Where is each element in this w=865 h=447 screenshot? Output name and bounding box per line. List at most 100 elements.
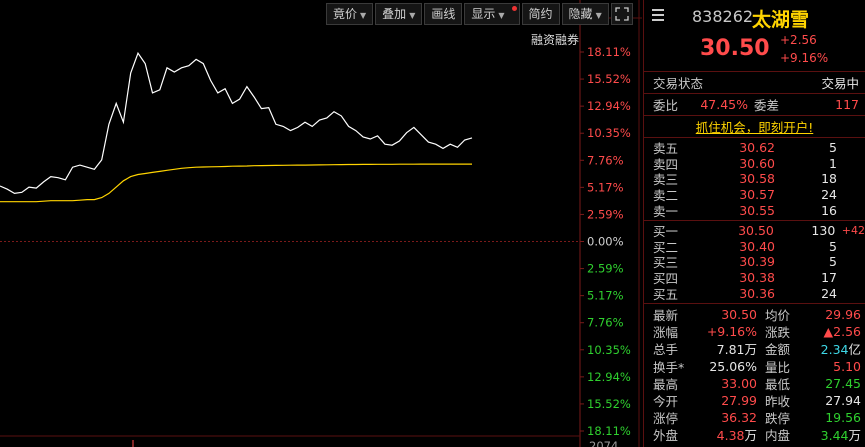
stat-label: 涨幅	[653, 325, 679, 341]
bid-price: 30.40	[739, 238, 775, 254]
caret-down-icon: ▼	[595, 11, 602, 20]
order-ratio-label: 委比	[653, 98, 679, 113]
overlay-button[interactable]: 叠加 ▼	[375, 3, 423, 25]
y-tick-label: 2.59%	[587, 207, 624, 221]
y-tick-label: 7.76%	[587, 316, 624, 330]
current-price: 30.50	[700, 36, 770, 61]
ask-price: 30.55	[739, 202, 775, 218]
stat-label: 昨收	[765, 393, 791, 409]
bottom-axis-label: 2074	[589, 439, 618, 447]
menu-icon[interactable]	[652, 9, 664, 21]
draw-line-button[interactable]: 画线	[424, 3, 463, 25]
intraday-chart-pane[interactable]: 18.11% 15.52% 12.94% 10.35% 7.76% 5.17% 2.59% 0…	[0, 0, 642, 447]
simple-button[interactable]: 简约	[521, 3, 560, 25]
ask-label: 卖一	[653, 203, 679, 219]
stat-unit: 亿	[848, 342, 861, 358]
y-tick-label: 2.59%	[587, 262, 624, 276]
stock-header: 838262 太湖雪 30.50 +2.56 +9.16%	[644, 0, 865, 72]
stat-value: 29.96	[825, 307, 861, 323]
stat-value: 4.38万	[693, 425, 757, 444]
y-tick-label: 7.76%	[587, 153, 624, 167]
y-tick-label-zero: 0.00%	[587, 235, 624, 249]
stat-value: 27.45	[825, 375, 861, 391]
bid-row[interactable]: 买五 30.36 24	[644, 285, 865, 302]
auction-button[interactable]: 竟价 ▼	[326, 3, 374, 25]
caret-down-icon: ▼	[360, 11, 367, 20]
stat-value: 2.34亿	[811, 339, 861, 358]
intraday-chart[interactable]: 18.11% 15.52% 12.94% 10.35% 7.76% 5.17% 2.59% 0…	[0, 0, 642, 447]
bid-volume: 5	[829, 238, 837, 254]
trading-status-value: 交易中	[821, 76, 859, 91]
bid-price: 30.36	[739, 285, 775, 301]
ask-price: 30.60	[739, 155, 775, 171]
stat-row: 外盘 4.38万 内盘 3.44万	[644, 426, 865, 443]
stat-unit: 万	[744, 428, 757, 444]
stat-row: 涨停 36.32 跌停 19.56	[644, 409, 865, 426]
stat-unit: 万	[744, 342, 757, 358]
stat-label: 均价	[765, 308, 791, 324]
bid-volume: 24	[821, 285, 837, 301]
caret-down-icon: ▼	[498, 11, 505, 20]
stat-value: 25.06%	[709, 358, 757, 374]
expand-icon[interactable]	[610, 3, 633, 25]
stat-label: 总手	[653, 342, 679, 358]
stat-label: 内盘	[765, 428, 791, 444]
hide-button[interactable]: 隐藏 ▼	[561, 3, 609, 25]
price-change: +2.56	[780, 33, 817, 47]
stat-label: 最低	[765, 376, 791, 392]
y-tick-label: 18.11%	[587, 45, 631, 59]
stat-label: 跌停	[765, 411, 791, 427]
ask-price: 30.58	[739, 171, 775, 187]
stat-label: 外盘	[653, 428, 679, 444]
stat-value: +9.16%	[706, 324, 757, 340]
stat-value: 30.50	[721, 307, 757, 323]
y-tick-label: 15.52%	[587, 397, 631, 411]
ask-volume: 24	[821, 187, 837, 203]
ask-volume: 1	[829, 155, 837, 171]
bid-price: 30.50	[738, 223, 774, 239]
price-change-percent: +9.16%	[780, 51, 829, 65]
bid-price: 30.38	[739, 270, 775, 286]
stat-number: 7.81	[716, 342, 745, 358]
y-tick-label: 10.35%	[587, 343, 631, 357]
stat-value: ▲2.56	[823, 324, 861, 340]
y-tick-label: 10.35%	[587, 126, 631, 140]
stat-label: 金额	[765, 342, 791, 358]
stat-value: 27.94	[825, 392, 861, 408]
quote-panel: 838262 太湖雪 30.50 +2.56 +9.16% 交易状态 交易中 委…	[643, 0, 865, 447]
stat-row: 今开 27.99 昨收 27.94	[644, 392, 865, 409]
stat-label: 今开	[653, 393, 679, 409]
stat-value: 5.10	[833, 358, 861, 374]
stat-value: 27.99	[721, 392, 757, 408]
stat-unit: 万	[848, 428, 861, 444]
stat-row: 总手 7.81万 金额 2.34亿	[644, 340, 865, 357]
bid-volume: 130	[811, 223, 836, 239]
order-diff-label: 委差	[754, 98, 780, 113]
stat-row: 涨幅 +9.16% 涨跌 ▲2.56	[644, 323, 865, 340]
margin-trading-label[interactable]: 融资融券	[531, 31, 579, 48]
stat-label: 最高	[653, 376, 679, 392]
open-account-promo[interactable]: 抓住机会，即刻开户!	[644, 116, 865, 138]
stat-number: 2.34	[820, 342, 849, 358]
y-tick-label: 12.94%	[587, 99, 631, 113]
ask-row[interactable]: 卖一 30.55 16	[644, 202, 865, 219]
open-account-link[interactable]: 抓住机会，即刻开户!	[696, 117, 814, 136]
bid-price: 30.39	[739, 254, 775, 270]
ask-volume: 5	[829, 140, 837, 156]
y-tick-label: 5.17%	[587, 180, 624, 194]
stat-value: 36.32	[721, 410, 757, 426]
order-diff-value: 117	[835, 97, 859, 112]
y-tick-label: 18.11%	[587, 424, 631, 438]
stat-value: 19.56	[825, 410, 861, 426]
y-tick-label: 15.52%	[587, 72, 631, 86]
ask-price: 30.62	[739, 140, 775, 156]
bid-volume: 5	[829, 254, 837, 270]
chart-toolbar: 竟价 ▼ 叠加 ▼ 画线 显示 ▼ 简约 隐藏 ▼	[326, 3, 635, 25]
stock-code: 838262	[692, 7, 754, 26]
display-button[interactable]: 显示 ▼	[464, 3, 520, 25]
ask-volume: 18	[821, 171, 837, 187]
stat-label: 换手*	[653, 359, 685, 375]
bid-volume-change: +42	[841, 224, 865, 238]
stat-value: 3.44万	[811, 425, 861, 444]
order-ratio-row: 委比 47.45% 委差 117	[644, 94, 865, 116]
